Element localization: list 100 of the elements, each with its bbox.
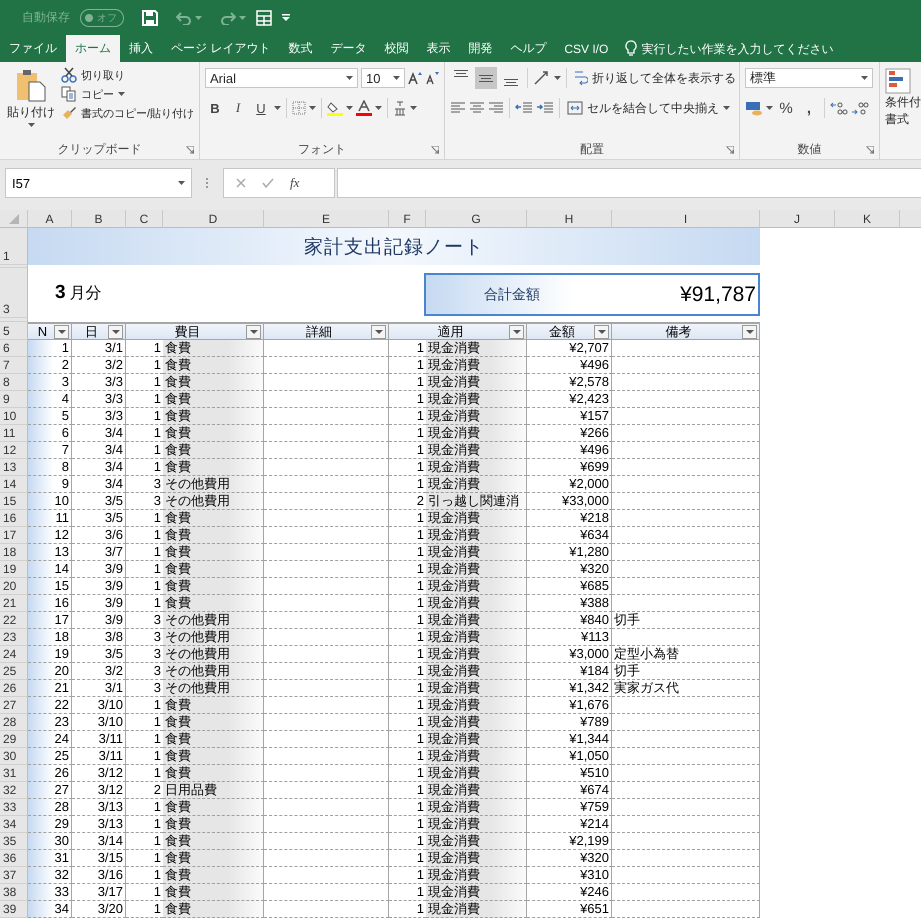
grow-font-icon[interactable]	[408, 71, 422, 85]
check-icon[interactable]	[262, 178, 274, 188]
filter-button[interactable]	[594, 325, 609, 339]
caret-icon	[274, 106, 281, 110]
caret-icon	[239, 16, 246, 20]
customize-icon[interactable]	[282, 14, 290, 21]
table-cell: 3/5	[72, 510, 126, 527]
tell-me-field[interactable]: 実行したい作業を入力してください	[641, 42, 842, 56]
font-name-field[interactable]: Arial	[205, 68, 358, 88]
dialog-launcher-icon[interactable]	[186, 146, 194, 154]
wrap-text-button[interactable]: 折り返して全体を表示する	[572, 68, 738, 88]
table-cell: ¥699	[527, 459, 612, 476]
paste-button[interactable]: 貼り付け	[5, 66, 57, 129]
table-cell: 現金消費	[426, 476, 527, 493]
fill-color-icon[interactable]	[327, 100, 343, 116]
filter-button[interactable]	[742, 325, 757, 339]
font-color-icon[interactable]	[356, 100, 372, 116]
table-cell: 切手	[612, 663, 760, 680]
align-icon	[454, 70, 468, 77]
dialog-launcher-icon[interactable]	[866, 146, 874, 154]
ribbon-tab[interactable]: 数式	[279, 35, 322, 62]
row-number: 11	[0, 425, 28, 442]
filter-button[interactable]	[371, 325, 386, 339]
align-icon[interactable]	[488, 101, 504, 115]
table-cell: 3/4	[72, 442, 126, 459]
font-size-field[interactable]: 10	[361, 68, 405, 88]
ribbon-tab[interactable]: ページ レイアウト	[162, 35, 280, 62]
table-icon[interactable]	[256, 10, 272, 26]
merge-center-button[interactable]: セルを結合して中央揃え	[565, 98, 732, 118]
cut-button[interactable]: 切り取り	[59, 66, 127, 84]
column-letter: I	[612, 210, 760, 228]
decrease-decimal-icon[interactable]	[851, 101, 869, 115]
row-number: 16	[0, 510, 28, 527]
format-painter-button[interactable]: 書式のコピー/貼り付け	[59, 104, 196, 122]
copy-icon	[61, 86, 77, 102]
row-number: 35	[0, 833, 28, 850]
ribbon-tab[interactable]: 表示	[417, 35, 460, 62]
row-number: 21	[0, 595, 28, 612]
table-cell: ¥496	[527, 442, 612, 459]
dialog-launcher-icon[interactable]	[726, 146, 734, 154]
conditional-formatting-button[interactable]: 条件付 書式	[883, 66, 921, 130]
font-style-button[interactable]: U	[251, 100, 271, 116]
font-style-button[interactable]: I	[228, 100, 248, 116]
align-icon[interactable]	[450, 101, 466, 115]
lightbulb-icon[interactable]	[625, 40, 638, 57]
ribbon-tab[interactable]: 開発	[459, 35, 502, 62]
percent-button[interactable]: %	[776, 100, 796, 116]
table-cell: 3/10	[72, 697, 126, 714]
caret-icon	[723, 106, 730, 110]
formula-input[interactable]	[337, 168, 921, 198]
ribbon-tab[interactable]: ファイル	[0, 35, 66, 62]
font-name: Arial	[210, 70, 236, 86]
table-cell: 34	[28, 901, 72, 918]
ribbon-tab[interactable]: データ	[321, 35, 376, 62]
table-cell: 27	[28, 782, 72, 799]
table-cell: ¥320	[527, 561, 612, 578]
scissors-icon	[61, 67, 77, 83]
orientation-icon[interactable]	[533, 70, 551, 86]
currency-icon[interactable]	[745, 100, 763, 116]
row-number: 15	[0, 493, 28, 510]
border-icon[interactable]	[292, 101, 306, 115]
increase-indent-icon[interactable]	[536, 101, 554, 115]
row-number: 9	[0, 391, 28, 408]
row-number: 25	[0, 663, 28, 680]
shrink-font-icon[interactable]	[425, 71, 439, 85]
ribbon-tab[interactable]: CSV I/O	[555, 35, 618, 62]
save-icon[interactable]	[142, 10, 158, 26]
table-cell: 32	[28, 867, 72, 884]
copy-button[interactable]: コピー	[59, 85, 127, 103]
insert-function-button[interactable]: fx	[290, 175, 300, 191]
row-number: 27	[0, 697, 28, 714]
table-cell: 切手	[612, 612, 760, 629]
phonetic-icon[interactable]	[393, 100, 407, 116]
comma-button[interactable]: ,	[799, 100, 819, 116]
vertical-align-button[interactable]	[475, 67, 497, 89]
filter-button[interactable]	[108, 325, 123, 339]
table-cell: 3/5	[72, 646, 126, 663]
name-box[interactable]: I57	[5, 168, 192, 198]
table-cell: ¥3,000	[527, 646, 612, 663]
column-letter: K	[835, 210, 900, 228]
table-cell: 19	[28, 646, 72, 663]
filter-button[interactable]	[54, 325, 69, 339]
ribbon-tab[interactable]: 挿入	[120, 35, 162, 62]
ribbon-tab[interactable]: 校閲	[375, 35, 418, 62]
ribbon-tab[interactable]: ホーム	[66, 35, 120, 62]
filter-button[interactable]	[246, 325, 261, 339]
decrease-indent-icon[interactable]	[515, 101, 533, 115]
table-cell: ¥651	[527, 901, 612, 918]
table-cell: 3/4	[72, 459, 126, 476]
autosave-label: 自動保存	[22, 9, 70, 26]
table-cell: 食費	[163, 697, 264, 714]
number-format-field[interactable]: 標準	[745, 68, 873, 88]
increase-decimal-icon[interactable]	[830, 101, 848, 115]
align-icon[interactable]	[469, 101, 485, 115]
filter-button[interactable]	[509, 325, 524, 339]
dialog-launcher-icon[interactable]	[431, 146, 439, 154]
ribbon-tab[interactable]: ヘルプ	[501, 35, 556, 62]
font-style-button[interactable]: B	[205, 100, 225, 116]
table-cell: ¥685	[527, 578, 612, 595]
table-cell: 2	[28, 357, 72, 374]
